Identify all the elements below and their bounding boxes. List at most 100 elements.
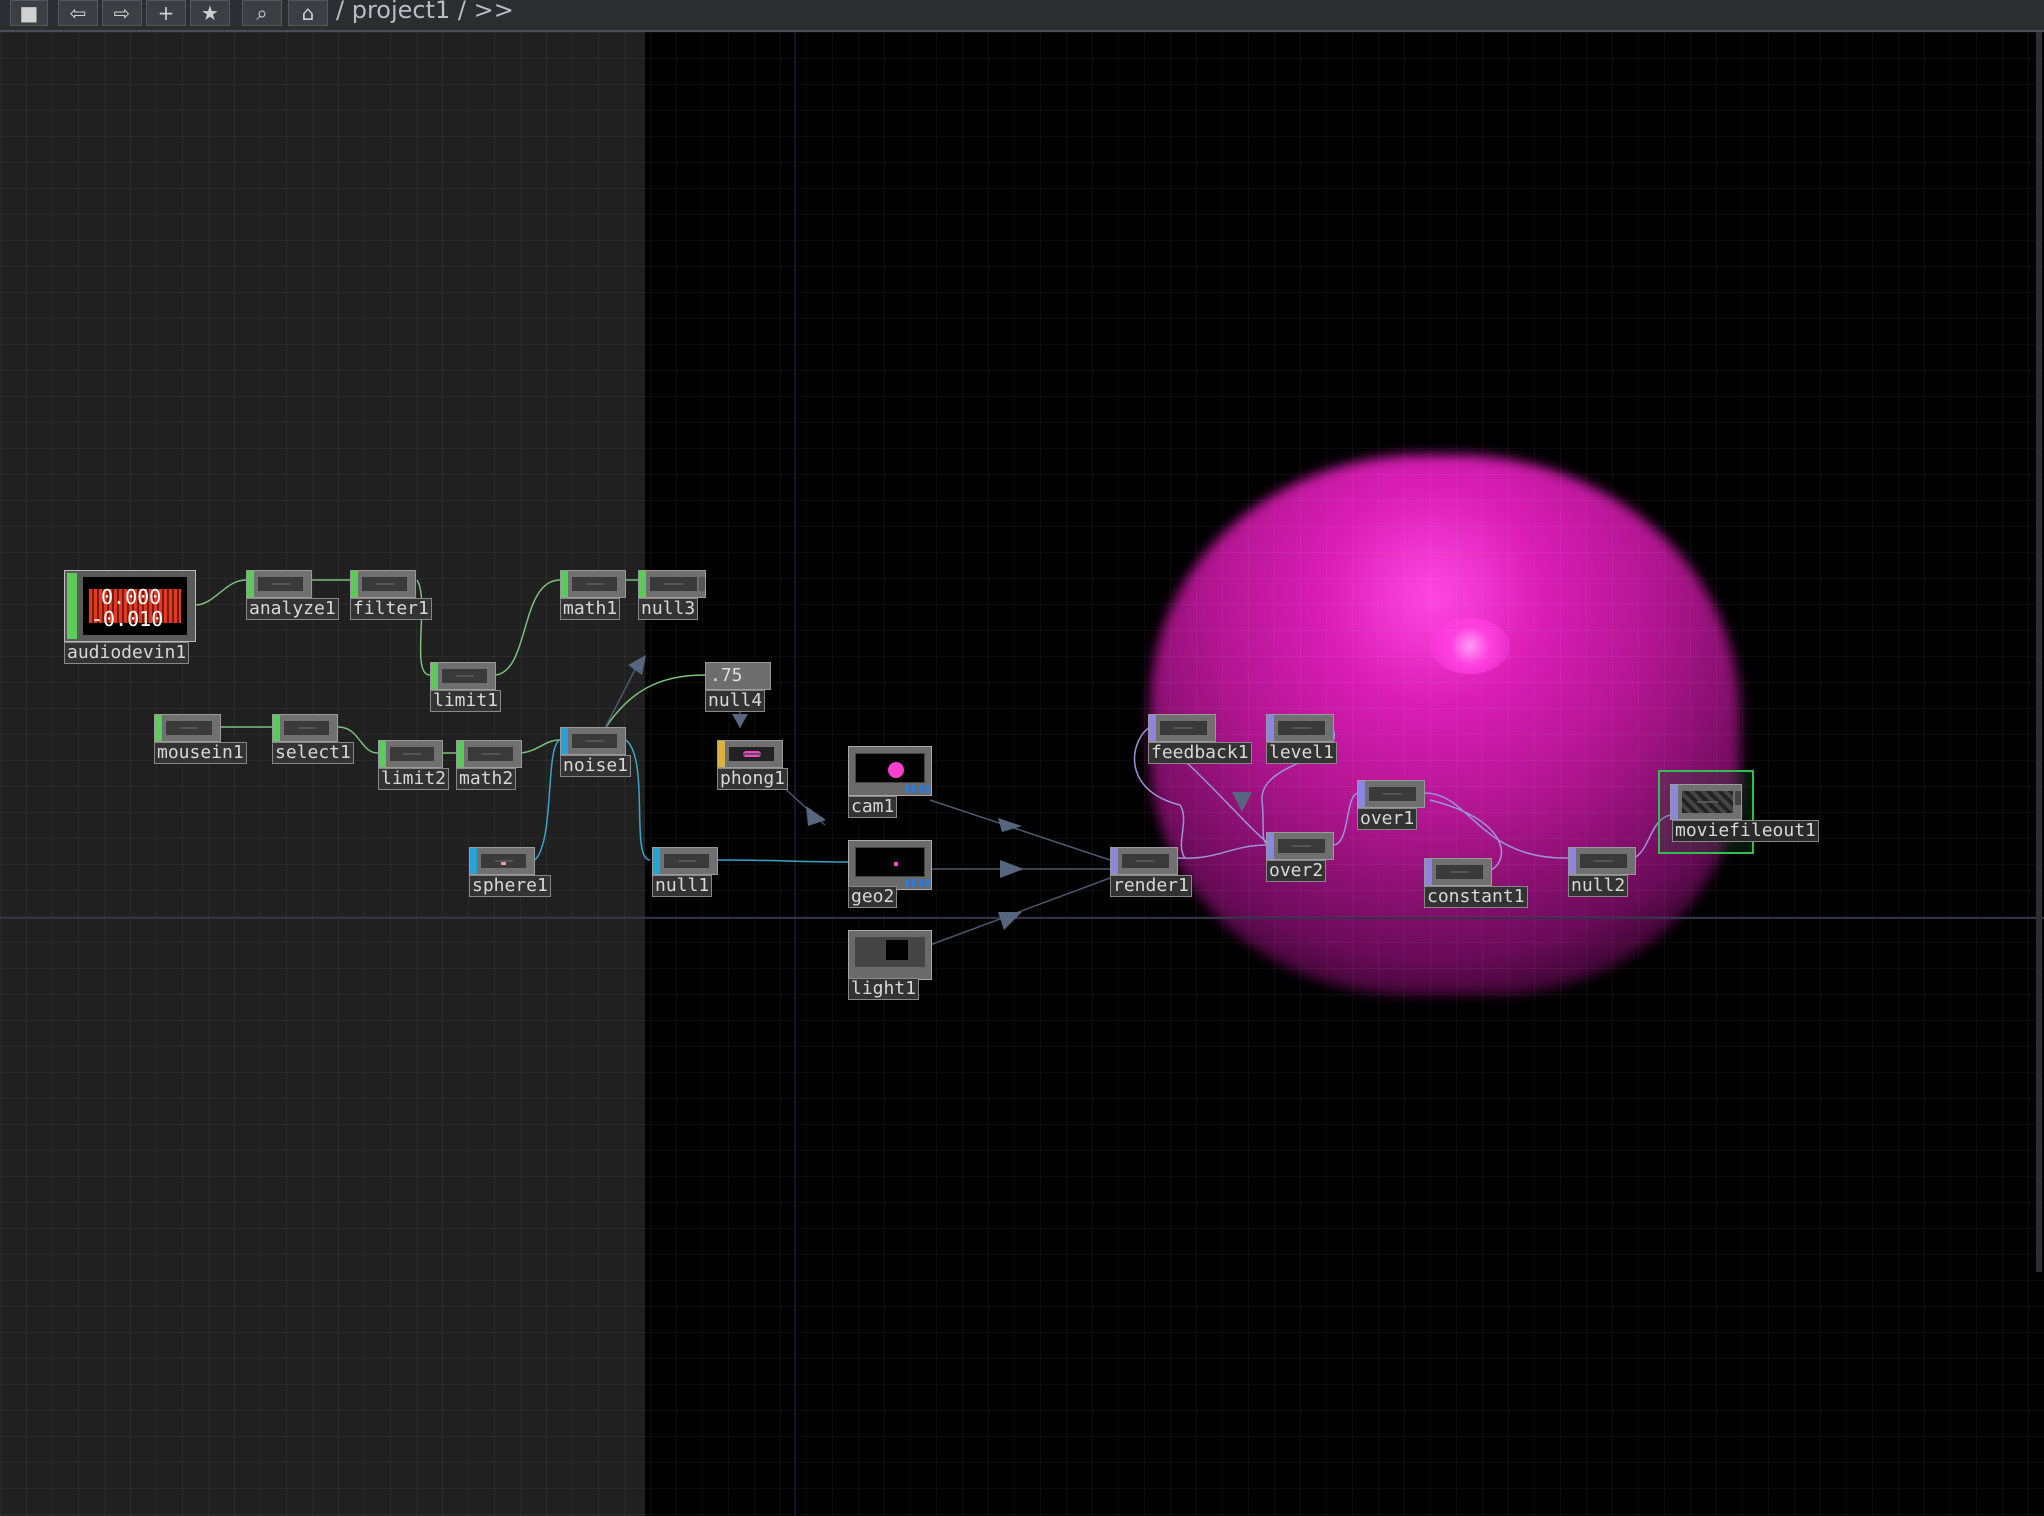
node-null1[interactable] [652, 847, 718, 875]
output-connector[interactable] [699, 577, 705, 591]
search-icon[interactable]: ⌕ [242, 0, 282, 26]
wire-light-render [929, 877, 1111, 946]
node-viewer [572, 577, 617, 591]
node-phong1[interactable] [717, 740, 783, 768]
forward-icon[interactable]: ⇨ [102, 0, 142, 26]
node-viewer [468, 747, 513, 761]
label-null3[interactable]: null3 [638, 598, 699, 620]
label-render1[interactable]: render1 [1110, 875, 1192, 897]
label-limit1[interactable]: limit1 [430, 690, 502, 712]
node-viewer [572, 734, 617, 748]
node-over1[interactable] [1357, 780, 1425, 808]
stop-icon[interactable]: ■ [10, 0, 48, 26]
chop-flag [155, 715, 162, 741]
wire-cam-render [929, 799, 1111, 861]
sop-flag [470, 848, 477, 874]
comp-ports[interactable] [905, 879, 933, 887]
node-audiodevin1[interactable]: 0.000 -0.010 [64, 570, 196, 642]
output-connector[interactable] [1735, 791, 1741, 805]
arrow-light [998, 912, 1022, 930]
home-icon[interactable]: ⌂ [288, 0, 328, 26]
label-over2[interactable]: over2 [1266, 860, 1327, 882]
network-path-breadcrumb[interactable]: / project1 / >> [336, 0, 514, 24]
top-toolbar: ■ ⇦ ⇨ + ★ ⌕ ⌂ / project1 / >> [0, 0, 2044, 32]
label-noise1[interactable]: noise1 [560, 755, 632, 777]
node-feedback1[interactable] [1148, 714, 1216, 742]
node-viewer [855, 937, 925, 967]
label-cam1[interactable]: cam1 [848, 796, 898, 818]
node-viewer [362, 577, 407, 591]
label-audiodevin1[interactable]: audiodevin1 [64, 642, 190, 664]
label-null4[interactable]: null4 [705, 690, 766, 712]
label-analyze1[interactable]: analyze1 [246, 598, 339, 620]
node-viewer [855, 847, 925, 877]
node-render1[interactable] [1110, 847, 1178, 875]
node-select1[interactable] [272, 714, 338, 742]
node-viewer [1160, 721, 1207, 735]
wire-null1-geo [717, 859, 849, 863]
top-flag [1671, 785, 1678, 819]
node-analyze1[interactable] [246, 570, 312, 598]
node-over2[interactable] [1266, 832, 1334, 860]
chop-flag [457, 741, 464, 767]
back-icon[interactable]: ⇦ [58, 0, 98, 26]
node-geo2[interactable] [848, 840, 933, 890]
label-mousein1[interactable]: mousein1 [154, 742, 247, 764]
audio-waveform-viewer: 0.000 -0.010 [83, 577, 187, 635]
node-filter1[interactable] [350, 570, 416, 598]
label-level1[interactable]: level1 [1266, 742, 1338, 764]
node-light1[interactable] [848, 930, 932, 980]
label-light1[interactable]: light1 [848, 978, 920, 1000]
label-moviefileout1[interactable]: moviefileout1 [1672, 820, 1819, 842]
node-mousein1[interactable] [154, 714, 221, 742]
node-limit1[interactable] [430, 662, 496, 690]
label-sphere1[interactable]: sphere1 [469, 875, 551, 897]
label-filter1[interactable]: filter1 [350, 598, 432, 620]
label-over1[interactable]: over1 [1357, 808, 1418, 830]
arrow-over2-feedback [1232, 792, 1252, 812]
material-preview [743, 751, 761, 757]
label-geo2[interactable]: geo2 [848, 886, 898, 908]
node-limit2[interactable] [378, 740, 443, 768]
wire-limit1-math1 [495, 579, 561, 676]
node-viewer [664, 854, 709, 868]
node-moviefileout1[interactable] [1670, 784, 1742, 820]
label-feedback1[interactable]: feedback1 [1148, 742, 1252, 764]
node-viewer [284, 721, 329, 735]
label-select1[interactable]: select1 [272, 742, 354, 764]
wire-audiodevin-analyze [194, 579, 247, 606]
add-icon[interactable]: + [146, 0, 186, 26]
node-math2[interactable] [456, 740, 522, 768]
wire-over2-over1 [1332, 792, 1359, 846]
node-constant1[interactable] [1424, 858, 1492, 886]
label-math2[interactable]: math2 [456, 768, 517, 790]
chop-flag [639, 571, 646, 597]
label-phong1[interactable]: phong1 [717, 768, 789, 790]
node-null4[interactable]: .75 ty [705, 662, 771, 707]
node-cam1[interactable] [848, 746, 933, 796]
wire-over1-null2 [1424, 792, 1569, 859]
node-null2[interactable] [1568, 847, 1636, 875]
node-math1[interactable] [560, 570, 626, 598]
label-constant1[interactable]: constant1 [1424, 886, 1528, 908]
node-viewer [258, 577, 303, 591]
label-null1[interactable]: null1 [652, 875, 713, 897]
node-null3[interactable] [638, 570, 706, 598]
node-viewer [1122, 854, 1169, 868]
sphere-dot [501, 860, 506, 865]
label-limit2[interactable]: limit2 [378, 768, 450, 790]
node-viewer [1580, 854, 1627, 868]
node-sphere1[interactable] [469, 847, 535, 875]
label-null2[interactable]: null2 [1568, 875, 1629, 897]
wire-noise-null4 [603, 674, 706, 731]
top-flag [1149, 715, 1156, 741]
node-viewer [1369, 787, 1416, 801]
node-noise1[interactable] [560, 727, 626, 755]
chop-flag [431, 663, 438, 689]
star-icon[interactable]: ★ [190, 0, 230, 26]
node-viewer [1278, 839, 1325, 853]
label-math1[interactable]: math1 [560, 598, 621, 620]
top-flag [1267, 833, 1274, 859]
node-level1[interactable] [1266, 714, 1334, 742]
comp-ports[interactable] [905, 785, 933, 793]
